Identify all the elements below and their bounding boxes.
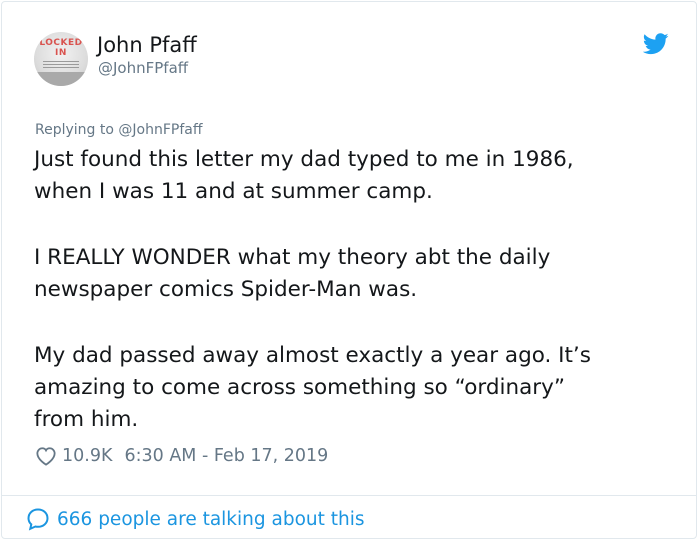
author-name[interactable]: John Pfaff xyxy=(97,32,197,58)
conversation-link[interactable]: 666 people are talking about this xyxy=(26,507,365,531)
tweet-paragraph: I REALLY WONDER what my theory abt the d… xyxy=(34,245,551,302)
divider xyxy=(2,495,696,496)
avatar-logo-text: LOCKED IN xyxy=(39,38,83,58)
conversation-label: 666 people are talking about this xyxy=(57,508,365,530)
comment-bubble-icon xyxy=(27,508,49,531)
heart-icon[interactable] xyxy=(35,446,57,466)
tweet-meta: 10.9K 6:30 AM - Feb 17, 2019 xyxy=(35,443,328,469)
like-count[interactable]: 10.9K xyxy=(62,446,112,466)
replying-to[interactable]: Replying to @JohnFPfaff xyxy=(35,121,202,139)
tweet-card: LOCKED IN John Pfaff @JohnFPfaff Replyin… xyxy=(1,1,697,539)
author-handle[interactable]: @JohnFPfaff xyxy=(98,59,188,77)
tweet-paragraph: Just found this letter my dad typed to m… xyxy=(34,147,574,204)
timestamp[interactable]: 6:30 AM - Feb 17, 2019 xyxy=(124,446,328,466)
avatar-decoration xyxy=(43,61,79,70)
twitter-bird-icon[interactable] xyxy=(643,33,669,55)
tweet-paragraph: My dad passed away almost exactly a year… xyxy=(34,343,591,432)
tweet-text: Just found this letter my dad typed to m… xyxy=(34,144,674,470)
avatar-ground xyxy=(34,72,88,86)
avatar[interactable]: LOCKED IN xyxy=(34,32,88,86)
